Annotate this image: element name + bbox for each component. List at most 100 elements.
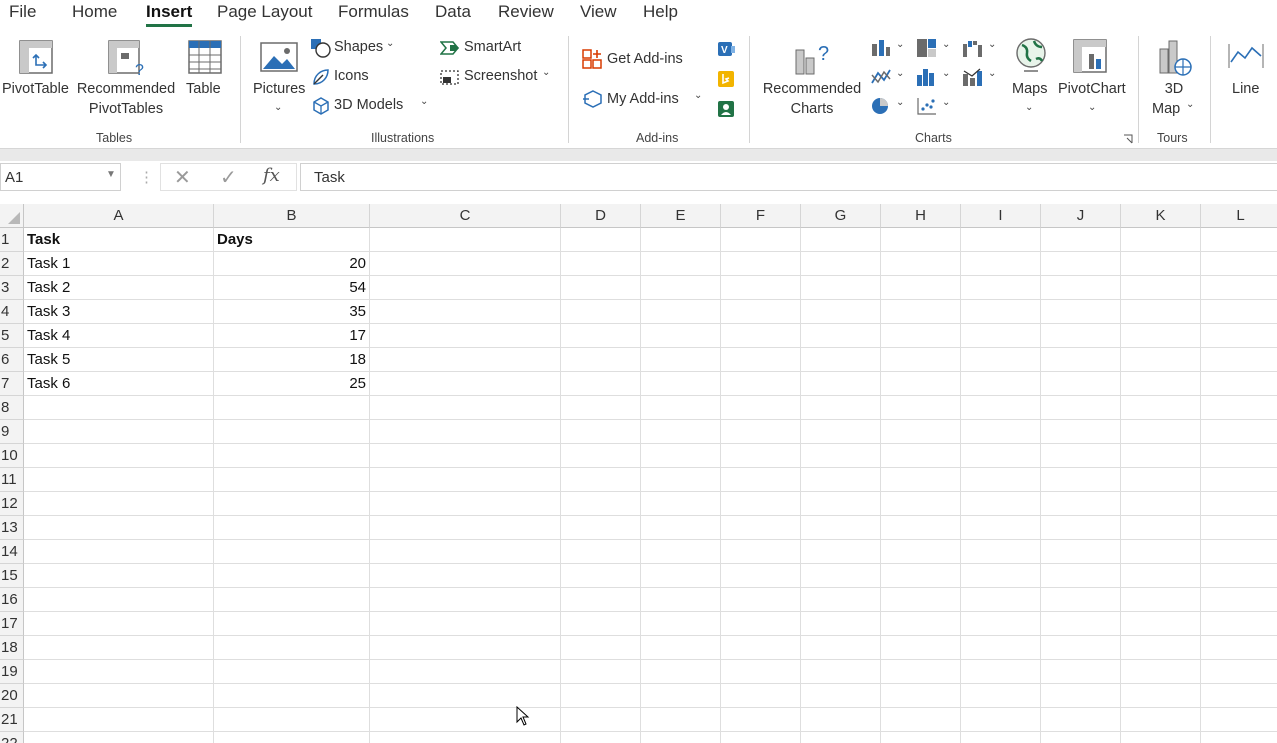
gridline: [560, 228, 561, 743]
group-label-tours: Tours: [1157, 131, 1188, 145]
cell-b2[interactable]: 20: [214, 252, 366, 276]
cell-b3[interactable]: 54: [214, 276, 366, 300]
table-button[interactable]: Table: [183, 36, 227, 118]
cell-b4[interactable]: 35: [214, 300, 366, 324]
cell-a2[interactable]: Task 1: [27, 252, 211, 276]
row-header[interactable]: 5: [0, 324, 24, 348]
3d-map-button[interactable]: 3D Map ⌄: [1150, 34, 1200, 124]
column-header-l[interactable]: L: [1201, 204, 1277, 228]
gridline: [880, 228, 881, 743]
statistic-chart-button[interactable]: ⌄: [916, 67, 954, 89]
row-header[interactable]: 22: [0, 732, 24, 743]
cell-b1[interactable]: Days: [217, 228, 365, 252]
3d-models-button[interactable]: 3D Models ⌄: [310, 96, 432, 116]
get-addins-button[interactable]: Get Add-ins: [582, 48, 692, 70]
row-header[interactable]: 1: [0, 228, 24, 252]
worksheet-grid[interactable]: A B C D E F G H I J K L 1 2 3 4 5 6 7 8 …: [0, 204, 1277, 743]
row-header[interactable]: 10: [0, 444, 24, 468]
row-header[interactable]: 4: [0, 300, 24, 324]
name-box-dropdown-icon[interactable]: ▼: [106, 169, 116, 180]
name-box[interactable]: A1: [0, 163, 121, 191]
pictures-button[interactable]: Pictures ⌄: [250, 36, 308, 122]
row-header[interactable]: 12: [0, 492, 24, 516]
column-header-g[interactable]: G: [801, 204, 881, 228]
tab-page-layout[interactable]: Page Layout: [217, 2, 312, 22]
select-all-button[interactable]: [0, 204, 24, 228]
cancel-icon[interactable]: ✕: [174, 165, 191, 190]
column-header-e[interactable]: E: [641, 204, 721, 228]
tab-home[interactable]: Home: [72, 2, 117, 22]
row-header[interactable]: 15: [0, 564, 24, 588]
column-header-f[interactable]: F: [721, 204, 801, 228]
hierarchy-chart-button[interactable]: ⌄: [916, 38, 954, 60]
cell-a5[interactable]: Task 4: [27, 324, 211, 348]
tab-help[interactable]: Help: [643, 2, 678, 22]
cell-b6[interactable]: 18: [214, 348, 366, 372]
tab-data[interactable]: Data: [435, 2, 471, 22]
sparkline-line-button[interactable]: Line: [1226, 34, 1277, 124]
shapes-button[interactable]: Shapes ⌄: [310, 38, 400, 58]
row-header[interactable]: 2: [0, 252, 24, 276]
row-header[interactable]: 7: [0, 372, 24, 396]
row-header[interactable]: 13: [0, 516, 24, 540]
row-header[interactable]: 19: [0, 660, 24, 684]
row-header[interactable]: 14: [0, 540, 24, 564]
tab-review[interactable]: Review: [498, 2, 554, 22]
column-header-b[interactable]: B: [214, 204, 370, 228]
row-header[interactable]: 3: [0, 276, 24, 300]
people-graph-icon[interactable]: [717, 100, 735, 118]
column-header-a[interactable]: A: [24, 204, 214, 228]
row-header[interactable]: 17: [0, 612, 24, 636]
bing-maps-icon[interactable]: [717, 70, 735, 88]
column-header-d[interactable]: D: [561, 204, 641, 228]
maps-button[interactable]: Maps ⌄: [1012, 34, 1052, 124]
cell-b5[interactable]: 17: [214, 324, 366, 348]
tab-insert[interactable]: Insert: [146, 2, 193, 27]
row-header[interactable]: 11: [0, 468, 24, 492]
cell-a6[interactable]: Task 5: [27, 348, 211, 372]
smartart-button[interactable]: SmartArt: [440, 38, 530, 58]
row-header[interactable]: 18: [0, 636, 24, 660]
formula-input[interactable]: Task: [300, 163, 1277, 191]
recommended-charts-button[interactable]: ? Recommended Charts: [760, 36, 864, 122]
gridline: [24, 563, 1277, 564]
tab-view[interactable]: View: [580, 2, 617, 22]
insert-function-icon[interactable]: fx: [263, 165, 280, 186]
row-header[interactable]: 21: [0, 708, 24, 732]
screenshot-button[interactable]: Screenshot ⌄: [440, 67, 552, 87]
pivottable-button[interactable]: PivotTable: [2, 36, 72, 118]
scatter-chart-button[interactable]: ⌄: [916, 96, 954, 118]
cell-a7[interactable]: Task 6: [27, 372, 211, 396]
column-chart-button[interactable]: ⌄: [870, 38, 908, 60]
row-header[interactable]: 9: [0, 420, 24, 444]
grip-icon[interactable]: ⋮: [139, 168, 154, 186]
line-chart-button[interactable]: ⌄: [870, 67, 908, 89]
pivotchart-button[interactable]: PivotChart ⌄: [1056, 34, 1128, 124]
visio-icon[interactable]: V: [716, 40, 736, 58]
dialog-launcher-icon[interactable]: [1123, 134, 1133, 144]
my-addins-button[interactable]: My Add-ins ⌄: [582, 88, 708, 110]
column-header-h[interactable]: H: [881, 204, 961, 228]
column-header-j[interactable]: J: [1041, 204, 1121, 228]
cell-a4[interactable]: Task 3: [27, 300, 211, 324]
row-header[interactable]: 20: [0, 684, 24, 708]
gridline: [24, 659, 1277, 660]
enter-icon[interactable]: ✓: [220, 165, 237, 190]
gridline: [24, 611, 1277, 612]
row-header[interactable]: 6: [0, 348, 24, 372]
column-header-c[interactable]: C: [370, 204, 561, 228]
row-header[interactable]: 16: [0, 588, 24, 612]
row-header[interactable]: 8: [0, 396, 24, 420]
combo-chart-button[interactable]: ⌄: [962, 67, 1000, 89]
cell-a3[interactable]: Task 2: [27, 276, 211, 300]
icons-button[interactable]: Icons: [310, 67, 380, 87]
cell-a1[interactable]: Task: [27, 228, 211, 252]
column-header-k[interactable]: K: [1121, 204, 1201, 228]
pie-chart-button[interactable]: ⌄: [870, 96, 908, 118]
recommended-pivottables-button[interactable]: ? Recommended PivotTables: [75, 36, 177, 118]
cell-b7[interactable]: 25: [214, 372, 366, 396]
tab-formulas[interactable]: Formulas: [338, 2, 409, 22]
tab-file[interactable]: File: [9, 2, 36, 22]
column-header-i[interactable]: I: [961, 204, 1041, 228]
waterfall-chart-button[interactable]: ⌄: [962, 38, 1000, 60]
